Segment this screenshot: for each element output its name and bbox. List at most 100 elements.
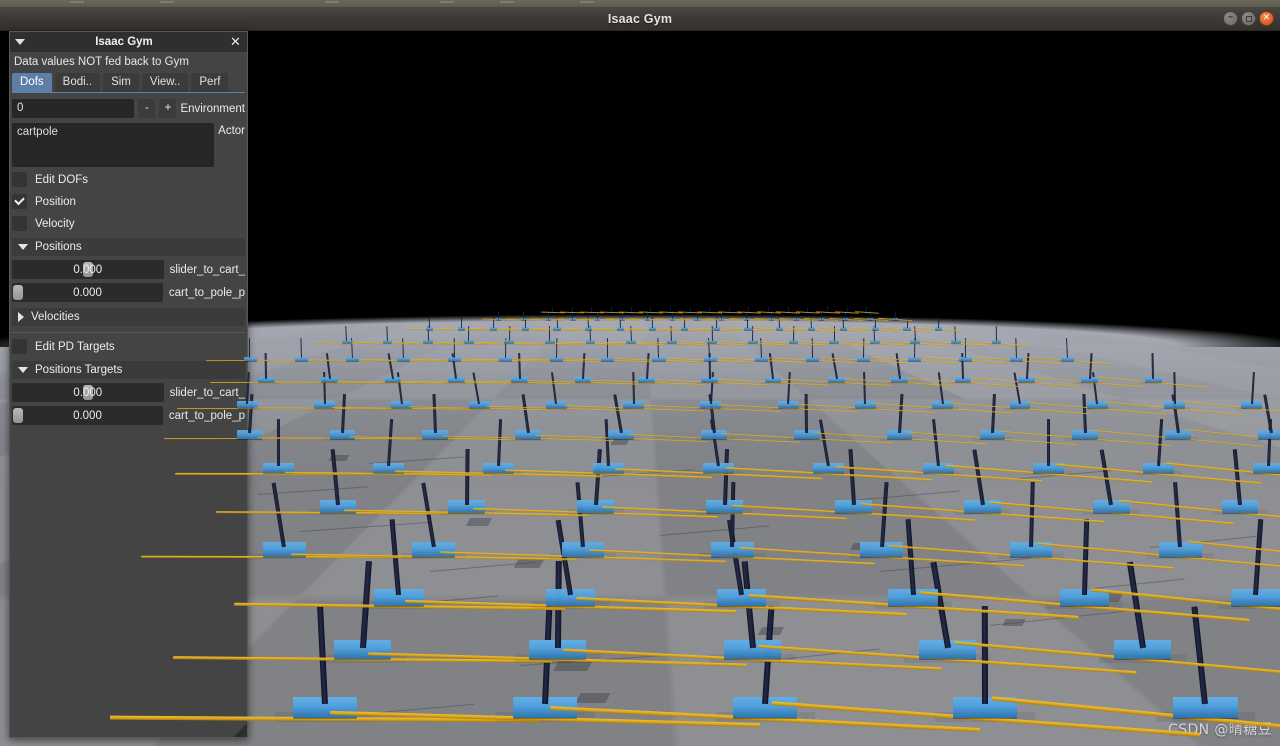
pole-link: [846, 306, 848, 313]
environment-input[interactable]: 0: [12, 99, 135, 118]
triangle-down-icon[interactable]: [18, 367, 28, 373]
pole-link: [728, 306, 730, 313]
ground-blob: [575, 693, 611, 703]
pole-link: [669, 306, 671, 313]
environment-row: 0 - + Environment: [10, 99, 247, 118]
actor-shadow: [726, 313, 733, 315]
pole-link: [464, 448, 470, 505]
close-button[interactable]: ✕: [1259, 11, 1274, 26]
actor-shadow: [618, 320, 627, 322]
actor-shadow: [863, 313, 870, 315]
velocity-label: Velocity: [35, 217, 75, 230]
environment-increment-button[interactable]: +: [159, 99, 177, 118]
actor-shadow: [424, 329, 436, 332]
actor-label: Actor: [218, 125, 245, 137]
slider-to-cart-target-slider[interactable]: 0.000: [12, 383, 164, 402]
tab-sim[interactable]: Sim: [103, 73, 139, 92]
actor-shadow: [589, 313, 595, 315]
actor-shadow: [667, 313, 674, 315]
panel-note: Data values NOT fed back to Gym: [14, 56, 189, 68]
actor-shadow: [456, 329, 468, 332]
app-root: Isaac Gym – ✕ CSDN @晴糖豆 Isaac Gym ✕ Data…: [0, 0, 1280, 746]
minimize-button[interactable]: –: [1223, 11, 1238, 26]
tab-perf[interactable]: Perf: [191, 73, 229, 92]
edit-dofs-label: Edit DOFs: [35, 173, 89, 186]
actor-shadow: [608, 313, 615, 315]
pole-link: [630, 306, 632, 313]
tabs-underline: [12, 92, 245, 93]
actor-selected-item[interactable]: cartpole: [17, 126, 209, 138]
maximize-button[interactable]: [1241, 11, 1256, 26]
cart-to-pole-position-slider[interactable]: 0.000: [12, 283, 163, 302]
pole-link: [522, 310, 524, 319]
edit-dofs-checkbox[interactable]: [12, 172, 27, 187]
positions-section-header[interactable]: Positions: [12, 238, 245, 256]
panel-resize-grip[interactable]: [233, 723, 247, 737]
cart-to-pole-target-slider[interactable]: 0.000: [12, 406, 163, 425]
actor-shadow: [519, 320, 528, 322]
slider-to-cart-position-slider[interactable]: 0.000: [12, 260, 164, 279]
ground-blob: [513, 559, 545, 568]
pole-link: [610, 306, 612, 313]
cart-to-pole-position-label: cart_to_pole_p: [168, 286, 245, 299]
tab-viewer[interactable]: View..: [141, 73, 189, 92]
positions-targets-section-label: Positions Targets: [35, 364, 123, 376]
slider-to-cart-position-value: 0.000: [73, 263, 103, 276]
desktop-background-strip: [0, 0, 1280, 7]
edit-pd-targets-checkbox[interactable]: [12, 339, 27, 354]
slider-to-cart-target-label: slider_to_cart_: [169, 386, 245, 399]
pole-link: [631, 371, 635, 404]
edit-pd-targets-checkbox-row[interactable]: Edit PD Targets: [10, 339, 247, 354]
isaac-gym-inspector-panel[interactable]: Isaac Gym ✕ Data values NOT fed back to …: [9, 31, 248, 738]
section-divider: [12, 332, 245, 333]
slider-handle[interactable]: [13, 285, 23, 300]
tab-bodies[interactable]: Bodi..: [54, 73, 101, 92]
edit-pd-targets-label: Edit PD Targets: [35, 340, 115, 353]
actor-shadow: [805, 313, 811, 315]
pole-link: [571, 306, 573, 313]
pole-link: [276, 419, 280, 467]
actor-listbox[interactable]: cartpole: [12, 123, 215, 167]
pole-link: [1172, 371, 1176, 404]
window-titlebar[interactable]: Isaac Gym – ✕: [0, 7, 1280, 31]
environment-label: Environment: [180, 102, 245, 115]
position-checkbox-row[interactable]: Position: [10, 194, 247, 209]
positions-targets-section-header[interactable]: Positions Targets: [12, 361, 245, 379]
actor-shadow: [785, 313, 791, 315]
tab-dofs[interactable]: Dofs: [12, 73, 52, 92]
position-label: Position: [35, 195, 76, 208]
pole-link: [551, 306, 554, 313]
triangle-right-icon[interactable]: [18, 312, 24, 322]
pole-link: [498, 310, 500, 319]
triangle-down-icon[interactable]: [18, 244, 28, 250]
close-icon[interactable]: ✕: [229, 36, 242, 49]
pole-link: [894, 310, 896, 319]
window-controls: – ✕: [1223, 11, 1274, 27]
actor-shadow: [593, 320, 602, 322]
edit-dofs-checkbox-row[interactable]: Edit DOFs: [10, 172, 247, 187]
actor-shadow: [569, 313, 575, 315]
window-title: Isaac Gym: [607, 12, 673, 26]
cart-to-pole-target-value: 0.000: [73, 409, 102, 422]
actor-row: cartpole Actor: [10, 123, 247, 167]
slider-to-cart-target-value: 0.000: [73, 386, 103, 399]
panel-tabs: Dofs Bodi.. Sim View.. Perf: [10, 73, 247, 92]
actor-shadow: [494, 320, 503, 322]
pole-link: [826, 306, 828, 313]
ground-blob: [465, 518, 493, 526]
actor-shadow: [544, 320, 553, 322]
pole-link: [689, 306, 691, 313]
actor-shadow: [706, 313, 713, 315]
velocity-checkbox-row[interactable]: Velocity: [10, 216, 247, 231]
velocity-checkbox[interactable]: [12, 216, 27, 231]
actor-shadow: [765, 313, 772, 315]
panel-titlebar[interactable]: Isaac Gym ✕: [10, 32, 247, 52]
velocities-section-header[interactable]: Velocities: [12, 308, 245, 326]
targets-slider-row-0: 0.000 slider_to_cart_: [10, 383, 247, 402]
actor-shadow: [569, 320, 577, 322]
environment-decrement-button[interactable]: -: [138, 99, 156, 118]
actor-shadow: [746, 313, 752, 315]
ground-blob: [1002, 619, 1026, 626]
position-checkbox[interactable]: [12, 194, 27, 209]
slider-handle[interactable]: [13, 408, 23, 423]
